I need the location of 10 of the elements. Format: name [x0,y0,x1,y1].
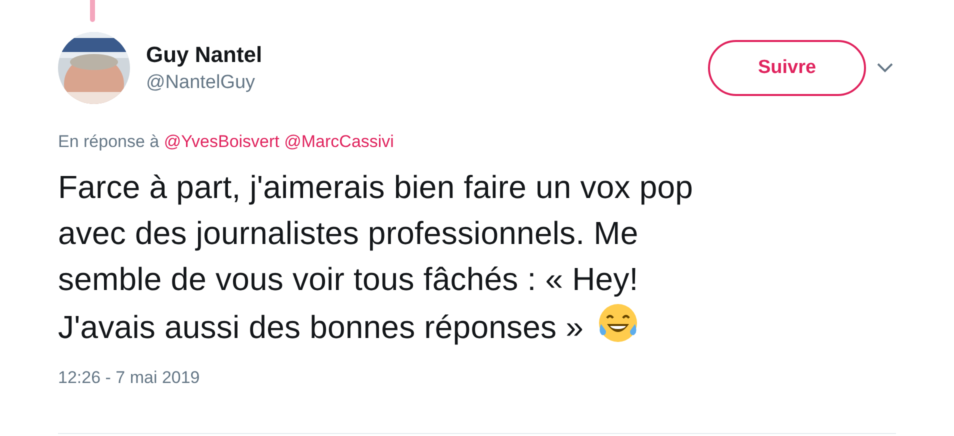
timestamp: 12:26 - 7 mai 2019 [58,368,201,388]
author-name: Guy Nantel [146,42,264,68]
mention-link[interactable]: @YvesBoisvert [164,132,280,151]
mention-link[interactable]: @MarcCassivi [284,132,394,151]
author-handle: @NantelGuy [146,72,256,94]
tweet-text: Farce à part, j'aimerais bien faire un vox pop avec des journalistes professionnels. Me semble de vous voir tous fâchés : « Hey! J'avais aussi des bonnes réponses » [58,168,694,347]
reply-context: En réponse à @YvesBoisvert @MarcCassivi [58,132,395,152]
follow-button[interactable]: Suivre [708,40,866,96]
caret-icon[interactable] [876,62,894,74]
laughing-emoji-icon [597,302,640,344]
